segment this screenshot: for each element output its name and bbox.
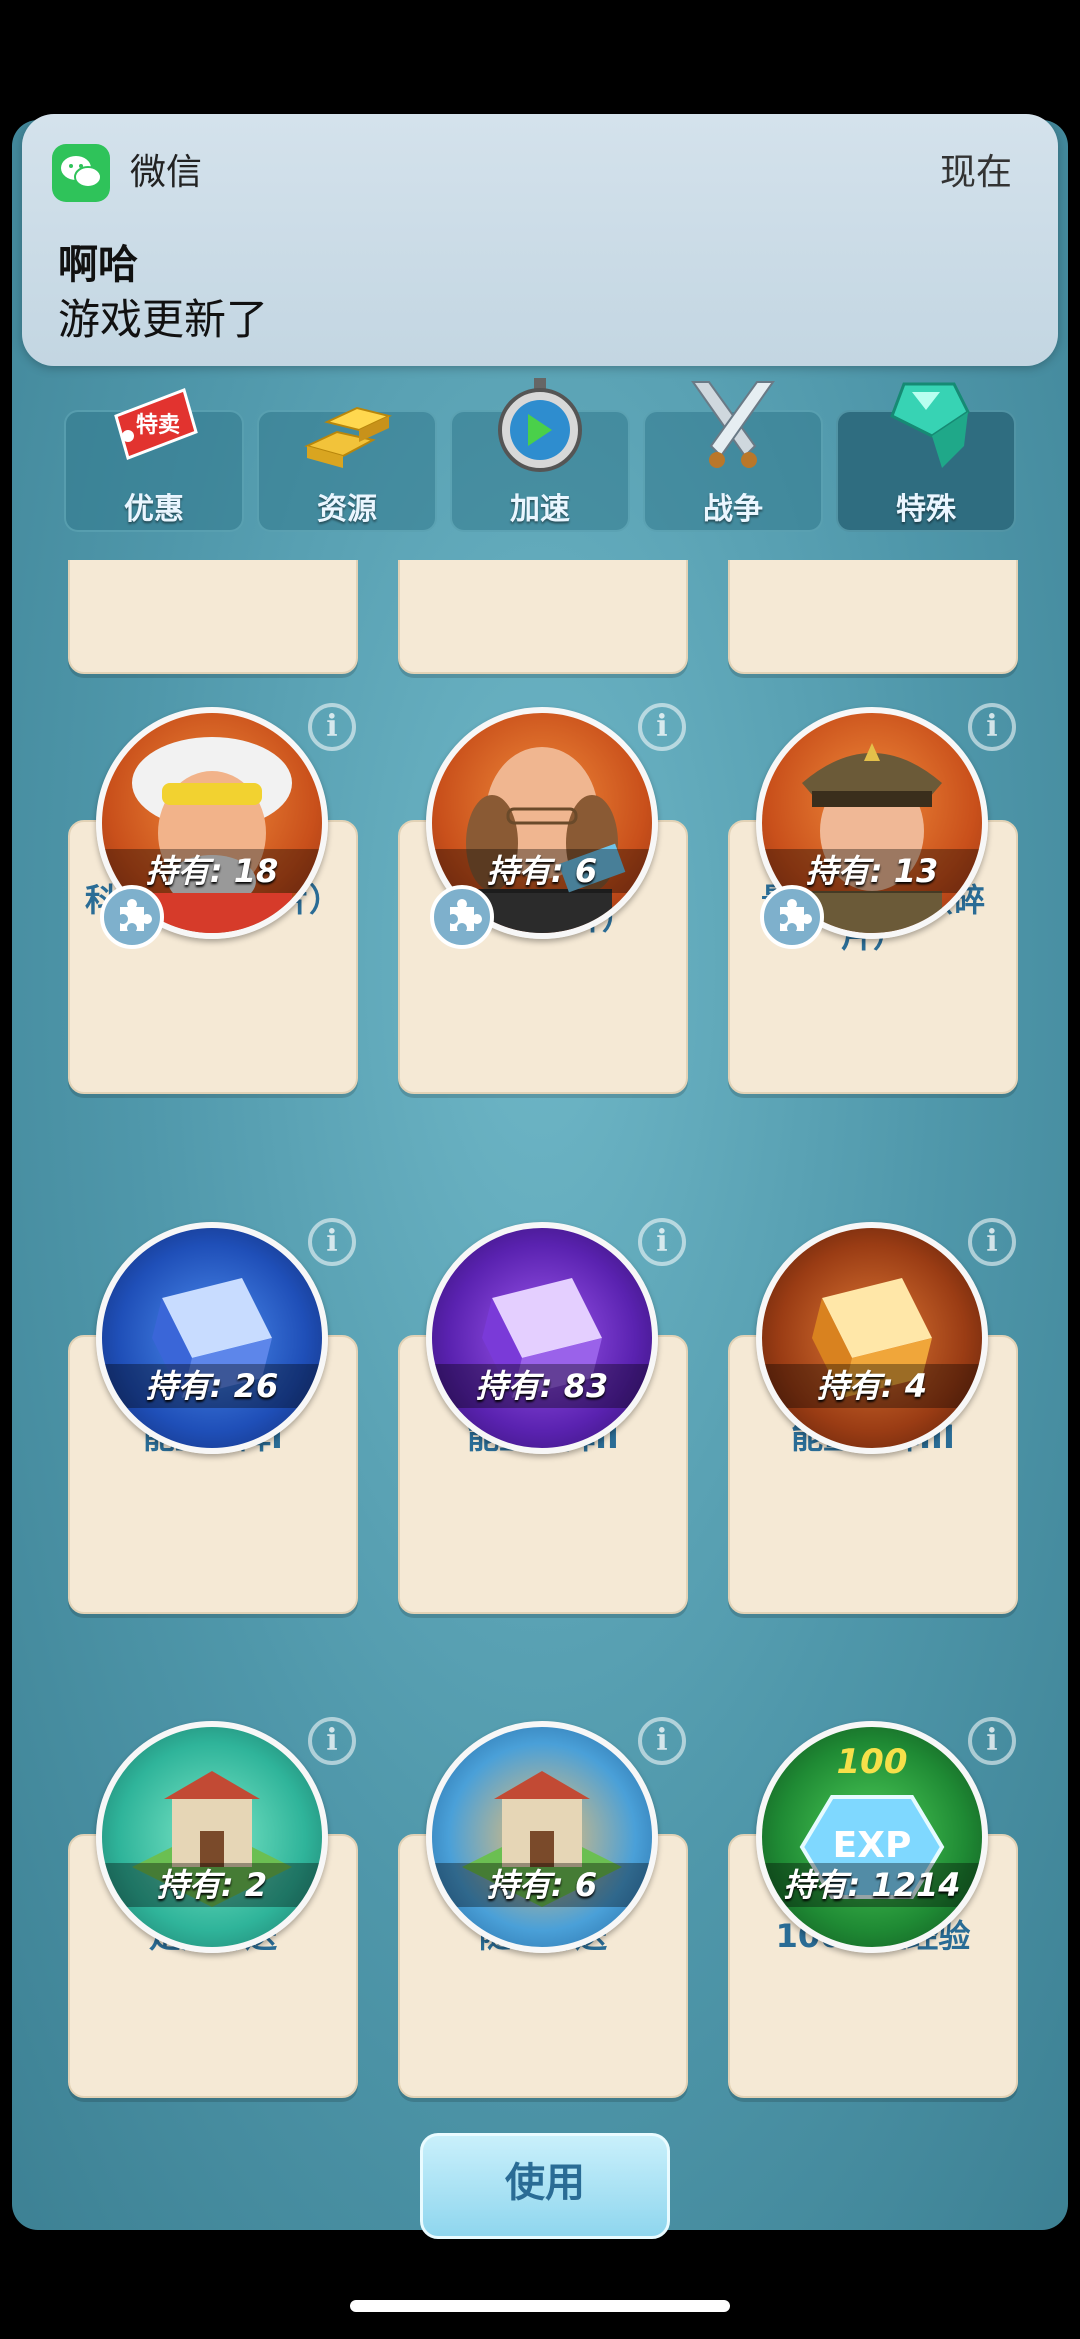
holding-count: 持有: 1214 [762,1863,982,1907]
svg-text:100: 100 [837,1742,908,1782]
home-indicator[interactable] [350,2300,730,2312]
orange-cube-icon: 持有: 4 [756,1222,988,1454]
orange-cube-shape [812,1278,932,1398]
puzzle-piece-icon [430,885,494,949]
item-card[interactable] [68,560,358,674]
wechat-notification[interactable]: 微信 现在 啊哈 游戏更新了 [22,114,1058,366]
purple-cube-icon: 持有: 83 [426,1222,658,1454]
fixed-teleport-building [132,1771,292,1907]
tab-sale-label: 优惠 [124,492,184,527]
tab-war-label: 战争 [703,492,763,527]
info-icon[interactable]: i [968,1218,1016,1266]
use-button[interactable]: 使用 [420,2133,670,2239]
tab-special[interactable]: 特殊 [836,382,1016,532]
sale-tag-icon: 特卖 [114,388,198,460]
blue-cube-shape [152,1278,272,1398]
item-card[interactable] [728,560,1018,674]
blue-cube-icon: 持有: 26 [96,1222,328,1454]
holding-count: 持有: 6 [432,1863,652,1907]
tab-special-label: 特殊 [896,492,956,527]
info-icon[interactable]: i [638,1218,686,1266]
item-grid[interactable]: i 科学怪人（碎片） 持有: 18 i EM（碎片） [12,560,1068,2230]
notification-time: 现在 [939,152,1012,193]
category-tabbar: 特卖 优惠 资源 加速 战争 特殊 [12,378,1068,532]
tab-speedup-label: 加速 [510,492,570,527]
random-teleport-building [462,1771,622,1907]
info-icon[interactable]: i [968,703,1016,751]
exp-crystal-shape: EXP 100 [799,1742,945,1899]
gold-bars-icon [304,406,392,468]
notification-app-name: 微信 [130,152,203,193]
game-window: 特卖 优惠 资源 加速 战争 特殊 i 持有: 18 i 持有: 6 i 持有:… [12,120,1068,2230]
info-icon[interactable]: i [638,703,686,751]
svg-text:EXP: EXP [833,1825,912,1866]
notification-body: 游戏更新了 [58,295,269,344]
exp-crystal-icon: EXP 100 持有: 1214 [756,1721,988,1953]
tab-war[interactable]: 战争 [643,381,823,532]
crossed-swords-icon [691,381,775,468]
stopwatch-icon [498,378,582,472]
tab-speedup[interactable]: 加速 [450,378,630,532]
purple-cube-shape [482,1278,602,1398]
puzzle-piece-icon [760,885,824,949]
tab-sale[interactable]: 特卖 优惠 [64,388,244,532]
use-button-label: 使用 [505,2160,585,2206]
holding-count: 持有: 26 [102,1364,322,1408]
tab-resources-label: 资源 [317,492,377,527]
notification-title: 啊哈 [58,242,138,288]
info-icon[interactable]: i [638,1717,686,1765]
puzzle-piece-icon [100,885,164,949]
teleport-building-icon: 持有: 6 [426,1721,658,1953]
green-gem-icon [890,382,970,468]
item-card[interactable] [398,560,688,674]
holding-count: 持有: 2 [102,1863,322,1907]
info-icon[interactable]: i [308,1218,356,1266]
tab-resources[interactable]: 资源 [257,406,437,532]
info-icon[interactable]: i [308,703,356,751]
holding-count: 持有: 4 [762,1364,982,1408]
svg-text:特卖: 特卖 [136,412,180,438]
info-icon[interactable]: i [308,1717,356,1765]
wechat-icon [52,144,110,202]
info-icon[interactable]: i [968,1717,1016,1765]
holding-count: 持有: 83 [432,1364,652,1408]
teleport-building-icon: 持有: 2 [96,1721,328,1953]
